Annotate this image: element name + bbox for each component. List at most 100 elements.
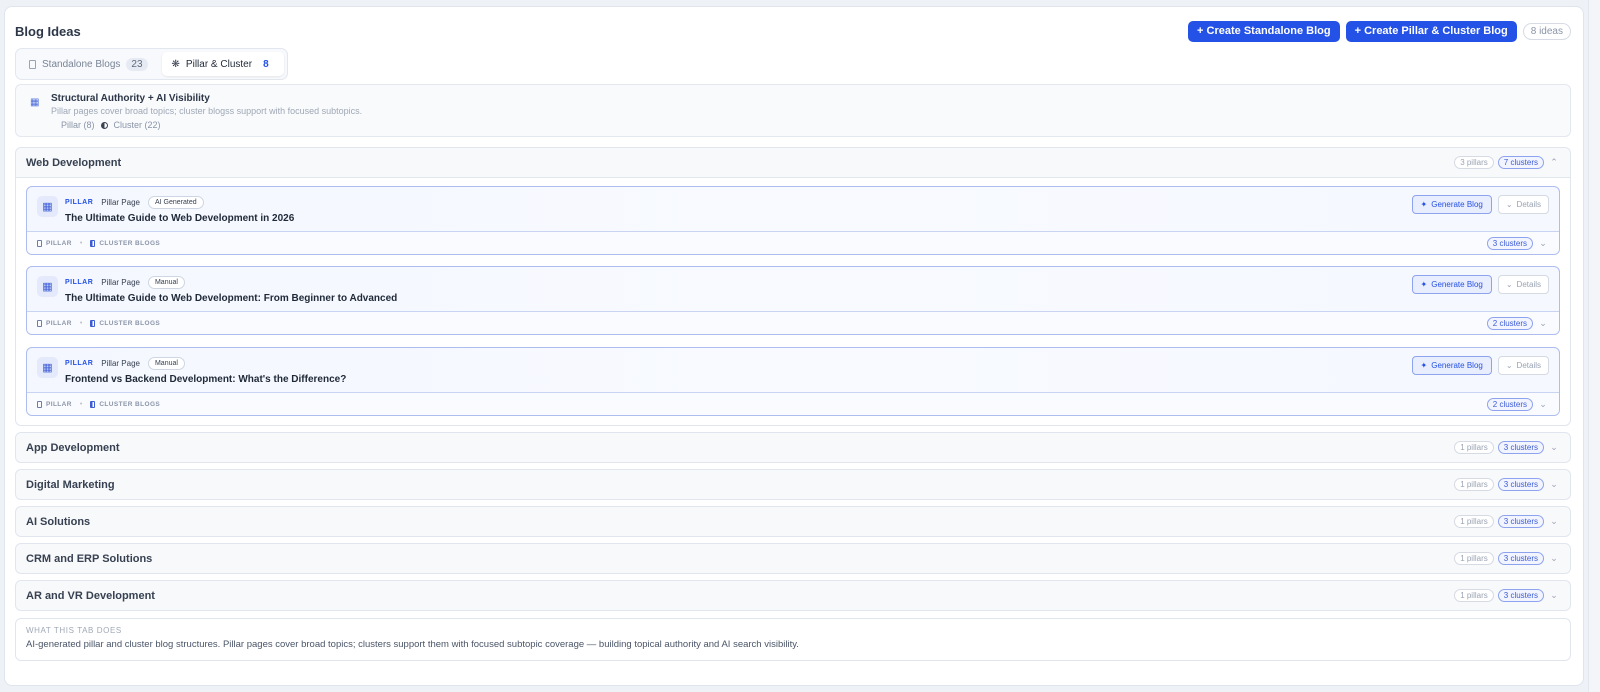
foot-cluster-label: CLUSTER BLOGS	[99, 400, 161, 408]
pillars-count: 1 pillars	[1454, 552, 1494, 565]
chevron-up-icon[interactable]: ⌃	[1548, 157, 1560, 168]
info-banner: ▦ Structural Authority + AI Visibility P…	[15, 84, 1571, 137]
foot-pillar-label: PILLAR	[46, 319, 72, 327]
tab-standalone-blogs[interactable]: Standalone Blogs 23	[19, 52, 158, 76]
details-label: Details	[1516, 200, 1541, 209]
pillars-count: 1 pillars	[1454, 478, 1494, 491]
category-name: App Development	[26, 441, 120, 454]
category-web-development: Web Development 3 pillars 7 clusters ⌃ ▦…	[15, 147, 1571, 426]
pillar-card: ▦ PILLAR Pillar Page AI Generated The Ul…	[26, 186, 1560, 255]
chevron-down-icon[interactable]: ⌄	[1548, 479, 1560, 490]
category-name: AI Solutions	[26, 515, 91, 528]
category-name: Digital Marketing	[26, 478, 115, 491]
details-label: Details	[1516, 361, 1541, 370]
generate-blog-button[interactable]: ✦ Generate Blog	[1411, 275, 1492, 294]
tab-label: Standalone Blogs	[42, 58, 121, 70]
chevron-down-icon[interactable]: ⌄	[1548, 442, 1560, 453]
chevron-down-icon[interactable]: ⌄	[1537, 318, 1549, 329]
clusters-count: 3 clusters	[1497, 552, 1544, 565]
chevron-down-icon: ⌄	[1505, 280, 1513, 289]
page-type: Pillar Page	[101, 278, 140, 287]
chevron-down-icon[interactable]: ⌄	[1548, 516, 1560, 527]
card-title: Frontend vs Backend Development: What's …	[65, 374, 347, 385]
clusters-count: 3 clusters	[1497, 478, 1544, 491]
document-icon	[29, 59, 36, 69]
sparkle-icon: ✦	[1420, 200, 1428, 209]
details-button[interactable]: ⌄ Details	[1497, 356, 1549, 375]
clusters-count: 3 clusters	[1486, 236, 1533, 250]
category-header[interactable]: AI Solutions 1 pillars 3 clusters ⌄	[16, 507, 1570, 536]
category-header[interactable]: AR and VR Development 1 pillars 3 cluste…	[16, 581, 1570, 610]
page-title: Blog Ideas	[15, 23, 81, 39]
category-name: CRM and ERP Solutions	[26, 552, 153, 565]
document-icon	[37, 400, 42, 408]
foot-cluster-label: CLUSTER BLOGS	[99, 239, 161, 247]
chevron-down-icon[interactable]: ⌄	[1537, 399, 1549, 410]
tab-count: 8	[263, 58, 269, 70]
source-badge: Manual	[147, 276, 185, 289]
details-button[interactable]: ⌄ Details	[1497, 195, 1549, 214]
clusters-count: 3 clusters	[1497, 441, 1544, 454]
card-footer: PILLAR • CLUSTER BLOGS 2 clusters ⌄	[27, 392, 1559, 415]
pillars-count: 1 pillars	[1454, 441, 1494, 454]
generate-label: Generate Blog	[1431, 280, 1483, 289]
pillar-card: ▦ PILLAR Pillar Page Manual Frontend vs …	[26, 347, 1560, 416]
source-badge: AI Generated	[147, 196, 204, 209]
info-subtitle: Pillar pages cover broad topics; cluster…	[51, 106, 363, 116]
chevron-down-icon: ⌄	[1505, 361, 1513, 370]
category-name: Web Development	[26, 156, 122, 169]
grid-icon: ▦	[37, 357, 58, 378]
chevron-down-icon[interactable]: ⌄	[1548, 553, 1560, 564]
category-header[interactable]: App Development 1 pillars 3 clusters ⌄	[16, 433, 1570, 462]
source-badge: Manual	[147, 357, 185, 370]
category-header[interactable]: CRM and ERP Solutions 1 pillars 3 cluste…	[16, 544, 1570, 573]
category-digital-marketing: Digital Marketing 1 pillars 3 clusters ⌄	[15, 469, 1571, 500]
cluster-icon	[90, 319, 96, 327]
generate-blog-button[interactable]: ✦ Generate Blog	[1411, 356, 1492, 375]
panel-header: Blog Ideas + Create Standalone Blog + Cr…	[15, 19, 1571, 43]
tab-count: 23	[126, 57, 148, 71]
grid-icon: ▦	[30, 97, 40, 108]
category-header[interactable]: Web Development 3 pillars 7 clusters ⌃	[16, 148, 1570, 177]
clusters-count: 7 clusters	[1497, 156, 1544, 169]
cluster-icon	[90, 239, 96, 247]
category-header[interactable]: Digital Marketing 1 pillars 3 clusters ⌄	[16, 470, 1570, 499]
details-button[interactable]: ⌄ Details	[1497, 275, 1549, 294]
grid-icon: ▦	[37, 196, 58, 217]
tab-bar: Standalone Blogs 23 ❋ Pillar & Cluster 8	[15, 48, 288, 80]
separator-icon: •	[79, 400, 83, 408]
chevron-down-icon[interactable]: ⌄	[1537, 238, 1549, 249]
cluster-dot-icon	[100, 121, 108, 129]
legend-cluster: Cluster (22)	[113, 120, 161, 130]
pillars-count: 1 pillars	[1454, 589, 1494, 602]
generate-blog-button[interactable]: ✦ Generate Blog	[1411, 195, 1492, 214]
tab-pillar-cluster[interactable]: ❋ Pillar & Cluster 8	[161, 52, 284, 76]
category-name: AR and VR Development	[26, 589, 155, 602]
pillars-count: 1 pillars	[1454, 515, 1494, 528]
clusters-count: 3 clusters	[1497, 589, 1544, 602]
info-title: Structural Authority + AI Visibility	[51, 93, 210, 104]
card-footer: PILLAR • CLUSTER BLOGS 3 clusters ⌄	[27, 231, 1559, 254]
tab-label: Pillar & Cluster	[185, 58, 253, 70]
pillars-count: 3 pillars	[1454, 156, 1494, 169]
generate-label: Generate Blog	[1431, 200, 1483, 209]
chevron-down-icon[interactable]: ⌄	[1548, 590, 1560, 601]
scrollbar[interactable]	[1588, 0, 1600, 692]
page-type: Pillar Page	[101, 359, 140, 368]
foot-pillar-label: PILLAR	[46, 239, 72, 247]
document-icon	[37, 239, 42, 247]
create-pillar-cluster-button[interactable]: + Create Pillar & Cluster Blog	[1345, 20, 1517, 42]
category-ar-vr-development: AR and VR Development 1 pillars 3 cluste…	[15, 580, 1571, 611]
chevron-down-icon: ⌄	[1505, 200, 1513, 209]
category-ai-solutions: AI Solutions 1 pillars 3 clusters ⌄	[15, 506, 1571, 537]
category-crm-erp-solutions: CRM and ERP Solutions 1 pillars 3 cluste…	[15, 543, 1571, 574]
legend: Pillar (8) Cluster (22)	[61, 120, 161, 130]
sparkle-icon: ✦	[1420, 280, 1428, 289]
sparkle-icon: ✦	[1420, 361, 1428, 370]
create-standalone-button[interactable]: + Create Standalone Blog	[1188, 20, 1340, 42]
foot-pillar-label: PILLAR	[46, 400, 72, 408]
pillar-label: PILLAR	[65, 279, 94, 286]
card-title: The Ultimate Guide to Web Development: F…	[65, 293, 398, 304]
pillar-card: ▦ PILLAR Pillar Page Manual The Ultimate…	[26, 266, 1560, 335]
network-icon: ❋	[171, 58, 180, 70]
